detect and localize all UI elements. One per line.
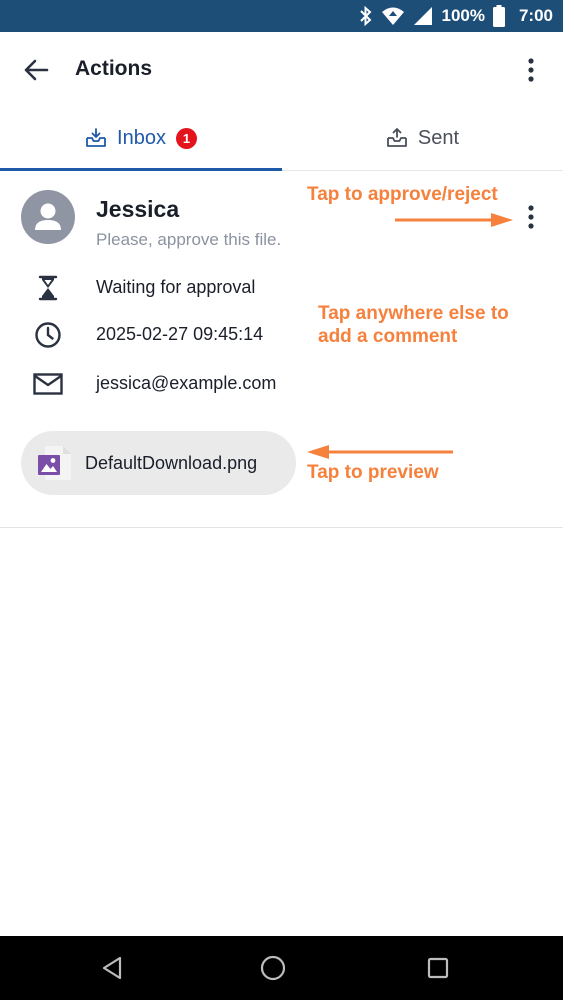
request-message: Please, approve this file. (96, 230, 282, 249)
approval-status: Waiting for approval (96, 277, 256, 297)
system-nav-bar (0, 936, 563, 1000)
more-vert-icon (528, 205, 534, 229)
triangle-back-icon (102, 956, 122, 980)
clock-time: 7:00 (518, 6, 553, 25)
more-vert-icon (528, 58, 534, 82)
unread-badge: 1 (175, 127, 197, 149)
approve-reject-menu-button[interactable] (519, 201, 543, 233)
outbox-tray-icon (387, 128, 407, 147)
request-timestamp: 2025-02-27 09:45:14 (96, 324, 264, 344)
sender-name: Jessica (96, 196, 180, 222)
signal-icon (414, 7, 433, 25)
square-recents-icon (427, 957, 449, 979)
battery-percent: 100% (441, 6, 485, 25)
back-button[interactable] (18, 54, 54, 86)
attachment-chip[interactable]: DefaultDownload.png (21, 431, 296, 495)
annotation-preview: Tap to preview (307, 462, 439, 483)
circle-home-icon (260, 955, 286, 981)
envelope-icon (32, 369, 64, 399)
clock-icon (32, 320, 64, 350)
tab-inbox-label: Inbox (117, 126, 166, 149)
inbox-tray-icon (86, 128, 106, 147)
status-icons: 100% 7:00 (359, 0, 553, 32)
nav-back-button[interactable] (98, 954, 126, 982)
image-file-icon (35, 445, 73, 481)
nav-recents-button[interactable] (424, 954, 452, 982)
nav-home-button[interactable] (259, 954, 287, 982)
wifi-icon (382, 7, 405, 25)
avatar (21, 190, 75, 244)
email-row: jessica@example.com (0, 366, 400, 402)
person-icon (35, 203, 61, 230)
tab-sent-label: Sent (417, 126, 460, 149)
annotation-arrow-preview (307, 445, 453, 459)
arrow-left-icon (24, 59, 49, 81)
status-row: Waiting for approval (0, 270, 400, 306)
attachment-filename: DefaultDownload.png (85, 453, 258, 473)
annotation-comment-line2: add a comment (318, 326, 458, 347)
status-bar: 100% 7:00 (0, 0, 563, 32)
hourglass-icon (32, 273, 64, 303)
battery-icon (492, 5, 505, 27)
annotation-arrow-approve (395, 213, 513, 227)
overflow-menu-button[interactable] (519, 54, 543, 86)
annotation-comment-line1: Tap anywhere else to (318, 303, 509, 324)
bluetooth-icon (360, 6, 372, 26)
page-title: Actions (75, 57, 153, 80)
tab-bar: Inbox 1 Sent (0, 108, 563, 171)
sender-email: jessica@example.com (96, 373, 277, 393)
app-bar: Actions (0, 32, 563, 106)
annotation-approve: Tap to approve/reject (307, 184, 498, 205)
tab-inbox[interactable]: Inbox 1 (0, 108, 282, 168)
tab-sent[interactable]: Sent (282, 108, 563, 168)
